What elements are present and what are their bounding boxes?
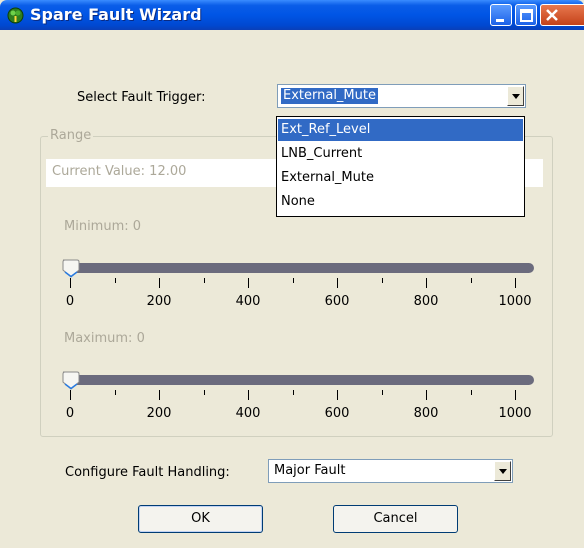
wizard-window: Spare Fault Wizard Select Fault Trigger:… [0, 0, 584, 548]
slider-tick-label: 800 [413, 406, 439, 421]
slider-tick [159, 390, 160, 400]
maximize-button[interactable] [515, 4, 537, 26]
handling-select[interactable]: Major Fault [268, 459, 513, 483]
slider-tick-label: 1000 [498, 294, 532, 309]
minimum-label: Minimum: 0 [64, 219, 142, 234]
slider-tick-label: 600 [324, 406, 350, 421]
close-button[interactable] [540, 4, 584, 26]
title-bar[interactable]: Spare Fault Wizard [0, 0, 584, 30]
current-value-text: Current Value: 12.00 [52, 164, 187, 179]
slider-tick-label: 0 [65, 406, 75, 421]
trigger-label: Select Fault Trigger: [77, 90, 206, 105]
slider-tick [515, 390, 516, 400]
maximum-label: Maximum: 0 [64, 331, 145, 346]
slider-thumb-icon[interactable] [60, 370, 82, 392]
slider-tick-label: 400 [235, 294, 261, 309]
slider-thumb-icon[interactable] [60, 258, 82, 280]
slider-tick [159, 278, 160, 288]
slider-tick [382, 390, 383, 395]
close-icon [546, 9, 558, 21]
slider-tick-label: 800 [413, 294, 439, 309]
slider-tick [115, 278, 116, 283]
slider-tick-label: 600 [324, 294, 350, 309]
slider-tick-label: 1000 [498, 406, 532, 421]
slider-tick [515, 278, 516, 288]
dropdown-option[interactable]: Ext_Ref_Level [278, 119, 523, 141]
minimize-icon [496, 19, 504, 22]
slider-tick [471, 390, 472, 395]
ok-button[interactable]: OK [138, 505, 263, 533]
trigger-dropdown-list: Ext_Ref_Level LNB_Current External_Mute … [276, 116, 525, 217]
slider-track[interactable] [67, 375, 534, 385]
slider-tick [293, 390, 294, 395]
slider-tick [204, 278, 205, 283]
slider-tick [337, 278, 338, 288]
chevron-down-icon[interactable] [494, 461, 511, 481]
slider-tick [337, 390, 338, 400]
slider-tick [204, 390, 205, 395]
cancel-button[interactable]: Cancel [333, 505, 458, 533]
slider-tick-label: 0 [65, 294, 75, 309]
slider-tick-label: 400 [235, 406, 261, 421]
slider-tick [248, 390, 249, 400]
maximize-icon [520, 9, 533, 22]
dropdown-option[interactable]: None [278, 191, 523, 213]
slider-tick [426, 278, 427, 288]
chevron-down-icon[interactable] [507, 86, 524, 106]
trigger-select[interactable]: External_Mute [277, 84, 526, 108]
handling-selected-value: Major Fault [274, 463, 346, 478]
minimize-button[interactable] [490, 4, 512, 26]
dropdown-option[interactable]: LNB_Current [278, 143, 523, 165]
slider-tick [426, 390, 427, 400]
slider-tick [293, 278, 294, 283]
slider-tick [382, 278, 383, 283]
window-title: Spare Fault Wizard [30, 5, 202, 24]
slider-tick [115, 390, 116, 395]
slider-tick-label: 200 [146, 406, 172, 421]
app-icon [7, 7, 24, 24]
slider-tick-label: 200 [146, 294, 172, 309]
trigger-selected-value: External_Mute [281, 88, 378, 104]
slider-tick [248, 278, 249, 288]
slider-tick [471, 278, 472, 283]
range-group-title: Range [48, 128, 94, 143]
handling-label: Configure Fault Handling: [65, 465, 230, 480]
slider-track[interactable] [67, 263, 534, 273]
dropdown-option[interactable]: External_Mute [278, 167, 523, 189]
